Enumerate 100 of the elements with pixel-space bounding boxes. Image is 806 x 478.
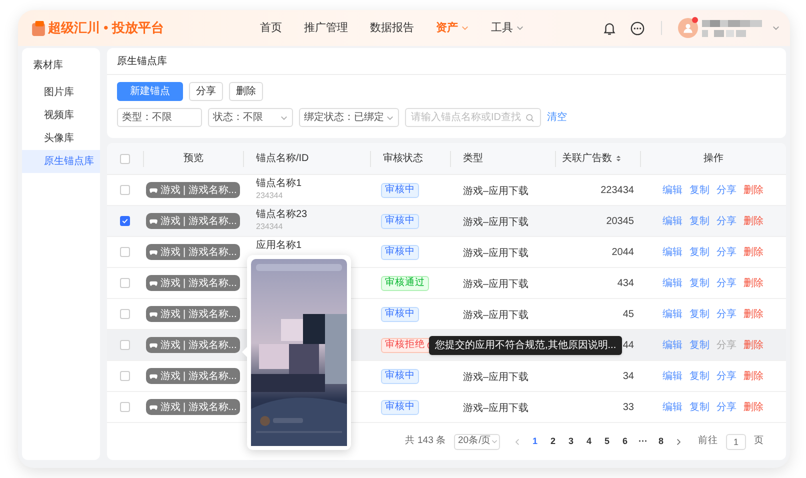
action-link[interactable]: 编辑: [662, 400, 682, 414]
checkbox[interactable]: [120, 309, 130, 319]
chevron-left-icon[interactable]: [514, 438, 522, 446]
checkbox[interactable]: [120, 278, 130, 288]
column-header[interactable]: 锚点名称/ID: [256, 151, 309, 166]
goto-suffix: 页: [754, 434, 764, 448]
logo-icon: [32, 20, 45, 36]
column-header[interactable]: 审核状态: [383, 151, 423, 166]
action-link[interactable]: 分享: [716, 276, 736, 290]
action-link[interactable]: 分享: [716, 214, 736, 228]
search-field[interactable]: 请输入锚点名称或ID查找: [405, 108, 541, 127]
action-link[interactable]: 编辑: [662, 182, 682, 198]
preview-chip[interactable]: 游戏 | 游戏名称...: [146, 306, 240, 322]
gamepad-icon: [149, 310, 158, 318]
nav-item[interactable]: 推广管理: [304, 20, 348, 36]
page-number[interactable]: 6: [620, 434, 630, 448]
checkbox[interactable]: [120, 216, 130, 226]
page-input[interactable]: 1: [726, 434, 746, 450]
action-link[interactable]: 复制: [690, 214, 710, 228]
page-number[interactable]: 5: [602, 434, 612, 448]
nav-item[interactable]: 资产: [436, 20, 469, 36]
table-row[interactable]: 游戏 | 游戏名称... 锚点名称1 234344 审核中 游戏–应用下载 223434 编辑 复制 分享 删除: [107, 175, 786, 206]
checkbox[interactable]: [120, 185, 130, 195]
sidebar-item[interactable]: 头像库: [22, 127, 100, 150]
chevron-right-icon[interactable]: [674, 438, 682, 446]
toolbar-button[interactable]: 分享: [189, 82, 223, 101]
action-link[interactable]: 删除: [744, 368, 764, 384]
action-link[interactable]: 编辑: [662, 276, 682, 290]
column-header[interactable]: 类型: [463, 151, 483, 166]
column-header[interactable]: 预览: [184, 151, 204, 166]
page-number[interactable]: 1: [530, 434, 540, 448]
checkbox[interactable]: [120, 247, 130, 257]
status-tag: 审核中: [381, 214, 419, 228]
action-link[interactable]: 删除: [744, 276, 764, 290]
action-link[interactable]: 分享: [716, 244, 736, 260]
action-link[interactable]: 复制: [690, 400, 710, 414]
sidebar-item[interactable]: 原生锚点库: [22, 150, 100, 173]
filter-select[interactable]: 状态：不限: [208, 108, 293, 127]
filter-select[interactable]: 类型：不限: [117, 108, 202, 127]
page-number[interactable]: 4: [584, 434, 594, 448]
action-link[interactable]: 复制: [690, 244, 710, 260]
column-header[interactable]: 关联广告数: [562, 151, 612, 166]
sidebar-item[interactable]: 视频库: [22, 104, 100, 127]
preview-chip[interactable]: 游戏 | 游戏名称...: [146, 182, 240, 198]
action-link[interactable]: 复制: [690, 306, 710, 322]
gamepad-icon: [149, 279, 158, 287]
nav-item[interactable]: 工具: [490, 20, 524, 36]
sidebar-item[interactable]: 图片库: [22, 81, 100, 104]
action-link[interactable]: 删除: [744, 244, 764, 260]
action-link[interactable]: 分享: [716, 306, 736, 322]
action-link[interactable]: 编辑: [662, 244, 682, 260]
page-number[interactable]: 2: [548, 434, 558, 448]
action-link[interactable]: 删除: [744, 182, 764, 198]
gamepad-icon: [149, 372, 158, 380]
checkbox[interactable]: [120, 340, 130, 350]
column-header[interactable]: 操作: [704, 151, 724, 166]
page-number[interactable]: 3: [566, 434, 576, 448]
anchor-id: 234344: [256, 221, 284, 233]
chevron-down-icon: [460, 24, 469, 32]
preview-chip[interactable]: 游戏 | 游戏名称...: [146, 213, 240, 229]
preview-chip[interactable]: 游戏 | 游戏名称...: [146, 399, 240, 415]
action-link[interactable]: 分享: [716, 400, 736, 414]
action-link[interactable]: 删除: [744, 306, 764, 322]
action-link[interactable]: 编辑: [662, 368, 682, 384]
action-link[interactable]: 复制: [690, 368, 710, 384]
checkbox[interactable]: [120, 154, 130, 164]
table-row[interactable]: 游戏 | 游戏名称... 应用名称1 审核中 游戏–应用下载 2044 编辑 复制 分享 删除: [107, 237, 786, 268]
action-link[interactable]: 删除: [744, 214, 764, 228]
preview-chip[interactable]: 游戏 | 游戏名称...: [146, 244, 240, 260]
table-row[interactable]: 游戏 | 游戏名称... 锚点名称23 234344 审核中 游戏–应用下载 20345 编辑 复制 分享 删除: [107, 206, 786, 237]
checkbox[interactable]: [120, 402, 130, 412]
action-link[interactable]: 复制: [690, 276, 710, 290]
avatar[interactable]: [678, 18, 698, 38]
action-link[interactable]: 编辑: [662, 306, 682, 322]
checkbox[interactable]: [120, 371, 130, 381]
preview-chip[interactable]: 游戏 | 游戏名称...: [146, 275, 240, 291]
action-link[interactable]: 复制: [690, 182, 710, 198]
action-link[interactable]: 编辑: [662, 338, 682, 352]
type-text: 游戏–应用下载: [463, 372, 529, 383]
sort-icon[interactable]: [615, 154, 622, 163]
preview-chip[interactable]: 游戏 | 游戏名称...: [146, 368, 240, 384]
action-link[interactable]: 编辑: [662, 214, 682, 228]
preview-chip[interactable]: 游戏 | 游戏名称...: [146, 337, 240, 353]
toolbar-button[interactable]: 新建锚点: [117, 82, 183, 101]
action-link[interactable]: 分享: [716, 368, 736, 384]
action-link[interactable]: 删除: [744, 338, 764, 352]
nav-item[interactable]: 数据报告: [370, 20, 414, 36]
action-link[interactable]: 删除: [744, 400, 764, 414]
page-number[interactable]: ···: [638, 434, 648, 448]
toolbar-button[interactable]: 删除: [229, 82, 263, 101]
clear-link[interactable]: 清空: [547, 110, 567, 125]
page-size-select[interactable]: 20条/页: [454, 434, 500, 450]
nav-item[interactable]: 首页: [260, 20, 282, 36]
preview-chip-text: 游戏 | 游戏名称...: [160, 308, 237, 322]
page-number[interactable]: 8: [656, 434, 666, 448]
bell-icon[interactable]: [602, 20, 617, 36]
action-link[interactable]: 复制: [690, 338, 710, 352]
filter-select[interactable]: 绑定状态：已绑定: [299, 108, 399, 127]
action-link[interactable]: 分享: [716, 182, 736, 198]
more-icon[interactable]: [630, 20, 645, 36]
